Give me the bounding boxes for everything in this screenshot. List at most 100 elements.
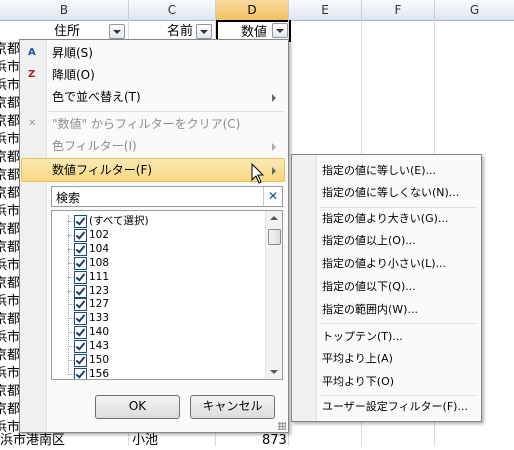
list-item-label: 127 (89, 298, 110, 311)
autofilter-menu: A 昇順(S) Z 降順(O) 色で並べ替え(T) ✕ "数値" からフィルター… (19, 39, 289, 433)
address-cell[interactable]: 京都 (0, 275, 20, 293)
submenu-icon-gutter (292, 155, 317, 421)
address-cell[interactable]: 京都 (0, 95, 20, 113)
submenu-item-equals[interactable]: 指定の値に等しい(E)... (322, 161, 436, 181)
list-item-label: 143 (89, 340, 110, 353)
checkbox-checked-icon[interactable] (74, 354, 87, 367)
address-cell[interactable]: 浜市 (0, 365, 20, 383)
sort-ascending-icon: A (28, 47, 36, 58)
clear-search-icon[interactable]: ✕ (263, 187, 282, 206)
column-header-f[interactable]: F (362, 0, 435, 21)
checkbox-checked-icon[interactable] (74, 312, 87, 326)
filter-dropdown-name[interactable] (196, 24, 212, 39)
list-scrollbar[interactable] (265, 211, 282, 379)
resize-grip-icon[interactable] (278, 422, 286, 430)
checkbox-checked-icon[interactable] (74, 326, 87, 340)
menu-item-sort-ascending[interactable]: A 昇順(S) (22, 42, 284, 64)
submenu-item-not-equals[interactable]: 指定の値に等しくない(N)... (322, 183, 459, 203)
submenu-arrow-icon (272, 143, 276, 151)
checkbox-checked-icon[interactable] (74, 284, 87, 298)
address-cell[interactable]: 京都 (0, 383, 20, 401)
search-box[interactable]: 検索 ✕ (51, 186, 283, 207)
clear-filter-icon: ✕ (28, 118, 37, 129)
checkbox-checked-icon[interactable] (74, 215, 87, 228)
list-item-label: 133 (89, 312, 110, 325)
address-cell[interactable]: 浜市 (0, 257, 20, 275)
address-cell[interactable]: 京都 (0, 113, 20, 131)
column-header-d[interactable]: D (216, 0, 289, 21)
submenu-item-top-ten[interactable]: トップテン(T)... (322, 327, 403, 347)
menu-item-number-filters[interactable]: 数値フィルター(F) (21, 158, 285, 182)
submenu-item-above-average[interactable]: 平均より上(A) (322, 349, 393, 369)
address-cell[interactable]: 京都 (0, 221, 20, 239)
submenu-arrow-icon (272, 94, 276, 102)
checkbox-checked-icon[interactable] (74, 256, 87, 270)
address-cell[interactable]: 浜市 (0, 293, 20, 311)
menu-item-color-filter[interactable]: 色フィルター(I) (22, 135, 284, 157)
filter-value-list[interactable]: (すべて選択) 102 104 108 111 123 127 133 140 143 150 156 (51, 210, 283, 380)
address-cell[interactable]: 浜市 (0, 203, 20, 221)
checkbox-checked-icon[interactable] (74, 242, 87, 256)
address-cell[interactable]: 京都 (0, 185, 20, 203)
list-item-label: 111 (89, 270, 110, 283)
number-filters-label: 数値フィルター(F) (52, 163, 153, 177)
color-filter-label: 色フィルター(I) (52, 139, 137, 153)
menu-item-sort-by-color[interactable]: 色で並べ替え(T) (22, 86, 284, 108)
checkbox-checked-icon[interactable] (74, 270, 87, 284)
address-cell[interactable]: 浜市 (0, 59, 20, 77)
address-cell[interactable]: 京都 (0, 149, 20, 167)
sort-by-color-label: 色で並べ替え(T) (52, 90, 141, 104)
submenu-item-between[interactable]: 指定の範囲内(W)... (322, 300, 418, 320)
address-cell[interactable]: 京都 (0, 41, 20, 59)
address-cell[interactable]: 浜市 (0, 77, 20, 95)
sort-descending-label: 降順(O) (52, 68, 95, 82)
list-item-label: 102 (89, 228, 110, 241)
filter-dropdown-address[interactable] (109, 24, 125, 39)
checkbox-checked-icon[interactable] (74, 298, 87, 312)
column-header-b[interactable]: B (0, 0, 129, 21)
list-item-label: 104 (89, 242, 110, 255)
submenu-item-below-average[interactable]: 平均より下(O) (322, 372, 394, 392)
sort-descending-icon: Z (28, 69, 36, 80)
submenu-item-greater-than[interactable]: 指定の値より大きい(G)... (322, 209, 448, 229)
last-row-address[interactable]: 浜市港南区 (0, 432, 65, 450)
column-header-e[interactable]: E (289, 0, 362, 21)
cancel-button[interactable]: キャンセル (190, 395, 275, 419)
submenu-item-less-than[interactable]: 指定の値より小さい(L)... (322, 254, 446, 274)
scroll-down-icon[interactable] (270, 370, 278, 374)
search-placeholder: 検索 (56, 191, 81, 205)
list-item-label: 156 (89, 367, 110, 380)
submenu-item-less-or-equal[interactable]: 指定の値以下(Q)... (322, 277, 416, 297)
column-header-g[interactable]: G (435, 0, 514, 21)
filter-dropdown-value[interactable] (272, 23, 288, 38)
submenu-item-custom-filter[interactable]: ユーザー設定フィルター(F)... (322, 397, 468, 417)
address-cell[interactable]: 京都 (0, 401, 20, 419)
list-item-label: 150 (89, 354, 110, 366)
list-item-label: 108 (89, 256, 110, 269)
last-row-value[interactable]: 873 (262, 432, 287, 450)
address-cell[interactable]: 京都 (0, 311, 20, 329)
checkbox-checked-icon[interactable] (74, 340, 87, 354)
submenu-item-greater-or-equal[interactable]: 指定の値以上(O)... (322, 231, 416, 251)
checkbox-checked-icon[interactable] (74, 367, 87, 379)
list-item-label: (すべて選択) (89, 215, 149, 227)
menu-item-clear-filter[interactable]: ✕ "数値" からフィルターをクリア(C) (22, 113, 284, 135)
scroll-up-icon[interactable] (270, 216, 278, 220)
mouse-pointer-icon (251, 163, 265, 184)
number-filters-submenu: 指定の値に等しい(E)... 指定の値に等しくない(N)... 指定の値より大き… (291, 154, 482, 422)
list-item-label: 140 (89, 326, 110, 339)
ok-button[interactable]: OK (95, 395, 180, 419)
sort-ascending-label: 昇順(S) (52, 46, 93, 60)
scroll-thumb[interactable] (268, 229, 281, 245)
submenu-arrow-icon (272, 167, 276, 175)
last-row-name[interactable]: 小池 (132, 432, 158, 450)
column-header-c[interactable]: C (129, 0, 216, 21)
address-cell[interactable]: 京都 (0, 347, 20, 365)
address-cell[interactable]: 浜市 (0, 131, 20, 149)
address-cell[interactable]: 京都 (0, 167, 20, 185)
address-cell[interactable]: 京都 (0, 239, 20, 257)
menu-item-sort-descending[interactable]: Z 降順(O) (22, 64, 284, 86)
address-cell[interactable]: 浜市 (0, 329, 20, 347)
checkbox-checked-icon[interactable] (74, 228, 87, 242)
list-item-label: 123 (89, 284, 110, 297)
